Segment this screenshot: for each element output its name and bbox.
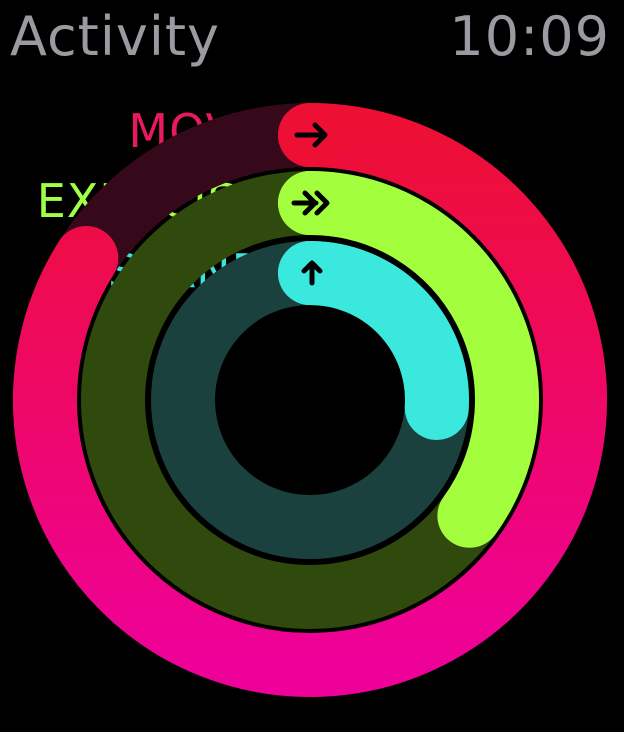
- activity-screen: Activity 10:09 MOVE EXERCISE STAND: [0, 0, 624, 732]
- activity-rings[interactable]: [0, 0, 624, 732]
